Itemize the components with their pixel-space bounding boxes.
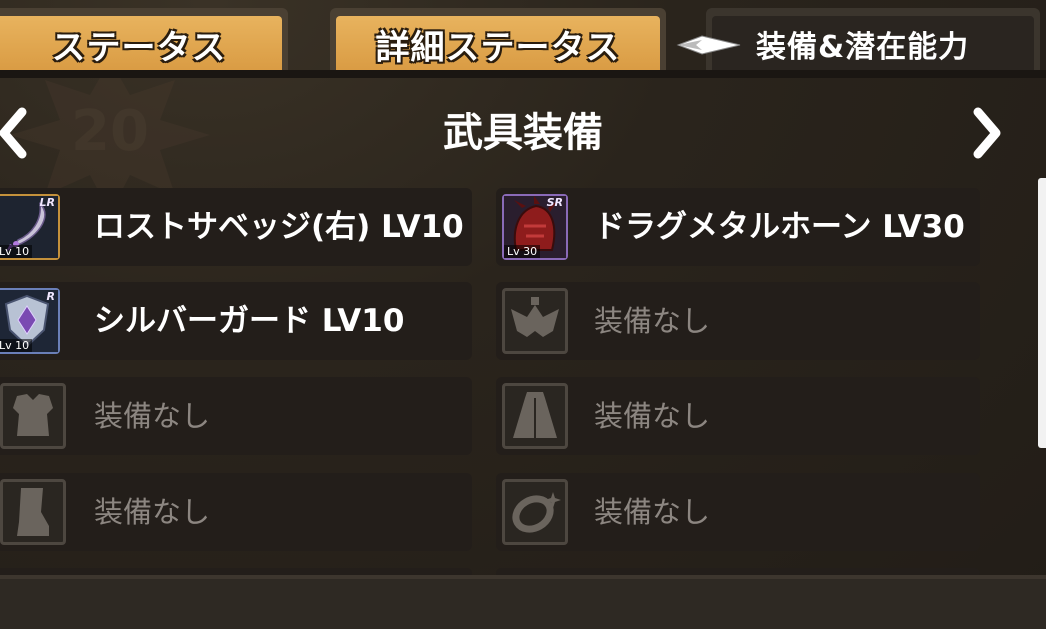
equip-slot-ring[interactable]: 装備なし (496, 473, 980, 551)
item-icon-frame (502, 288, 568, 354)
equip-slot-helmet[interactable]: SR Lv 30 ドラグメタルホーン LV30 (496, 188, 980, 266)
equip-slot-label: 装備なし (594, 304, 711, 338)
ring-placeholder-icon (512, 492, 561, 533)
tab-equipment-potential[interactable]: 装備&潜在能力 (706, 8, 1040, 72)
page-title: 武具装備 (443, 110, 603, 156)
rarity-badge: LR (39, 196, 55, 209)
equip-slot-cloak[interactable]: 装備なし (496, 377, 980, 455)
tab-status-label: ステータス (0, 16, 282, 72)
bottom-panel (0, 575, 1046, 629)
boots-placeholder-icon (17, 488, 49, 536)
rarity-badge: R (46, 290, 55, 303)
tab-equipment-potential-label: 装備&潜在能力 (712, 16, 1034, 72)
item-icon-frame: LR Lv 10 (0, 194, 60, 260)
tab-pointer-arrow-icon (676, 35, 741, 55)
tab-status[interactable]: ステータス (0, 8, 288, 72)
equip-slot-boots[interactable]: 装備なし (0, 473, 472, 551)
equip-slot-weapon-right[interactable]: LR Lv 10 ロストサベッジ(右) LV10 (0, 188, 472, 266)
item-level-tag: Lv 10 (0, 245, 33, 258)
equip-slot-label: ロストサベッジ(右) LV10 (94, 209, 464, 245)
item-level-tag: Lv 30 (504, 245, 541, 258)
equip-slot-label: 装備なし (94, 399, 211, 433)
tab-detail-status-label: 詳細ステータス (336, 16, 660, 72)
equip-slot-label: ドラグメタルホーン LV30 (594, 209, 965, 245)
next-arrow-icon[interactable] (966, 106, 1006, 160)
equip-slot-label: 装備なし (594, 495, 711, 529)
equip-slot-label: シルバーガード LV10 (94, 303, 405, 339)
prev-arrow-icon[interactable] (0, 106, 34, 160)
equip-slot-label: 装備なし (594, 399, 711, 433)
tab-bar-divider (0, 70, 1046, 78)
equip-slot-body-armor[interactable]: 装備なし (0, 377, 472, 455)
mask-placeholder-icon (511, 297, 559, 337)
cloak-placeholder-icon (513, 392, 557, 438)
tab-detail-status[interactable]: 詳細ステータス (330, 8, 666, 72)
item-icon-frame (0, 479, 66, 545)
item-icon-frame (502, 383, 568, 449)
item-level-tag: Lv 10 (0, 339, 33, 352)
armor-placeholder-icon (13, 394, 53, 436)
item-icon-frame (502, 479, 568, 545)
scrollbar[interactable] (1038, 178, 1046, 448)
item-icon-frame: R Lv 10 (0, 288, 60, 354)
item-icon-frame: SR Lv 30 (502, 194, 568, 260)
equip-slot-label: 装備なし (94, 495, 211, 529)
item-icon-frame (0, 383, 66, 449)
equip-slot-weapon-left[interactable]: R Lv 10 シルバーガード LV10 (0, 282, 472, 360)
equip-slot-accessory-face[interactable]: 装備なし (496, 282, 980, 360)
rarity-badge: SR (546, 196, 563, 209)
